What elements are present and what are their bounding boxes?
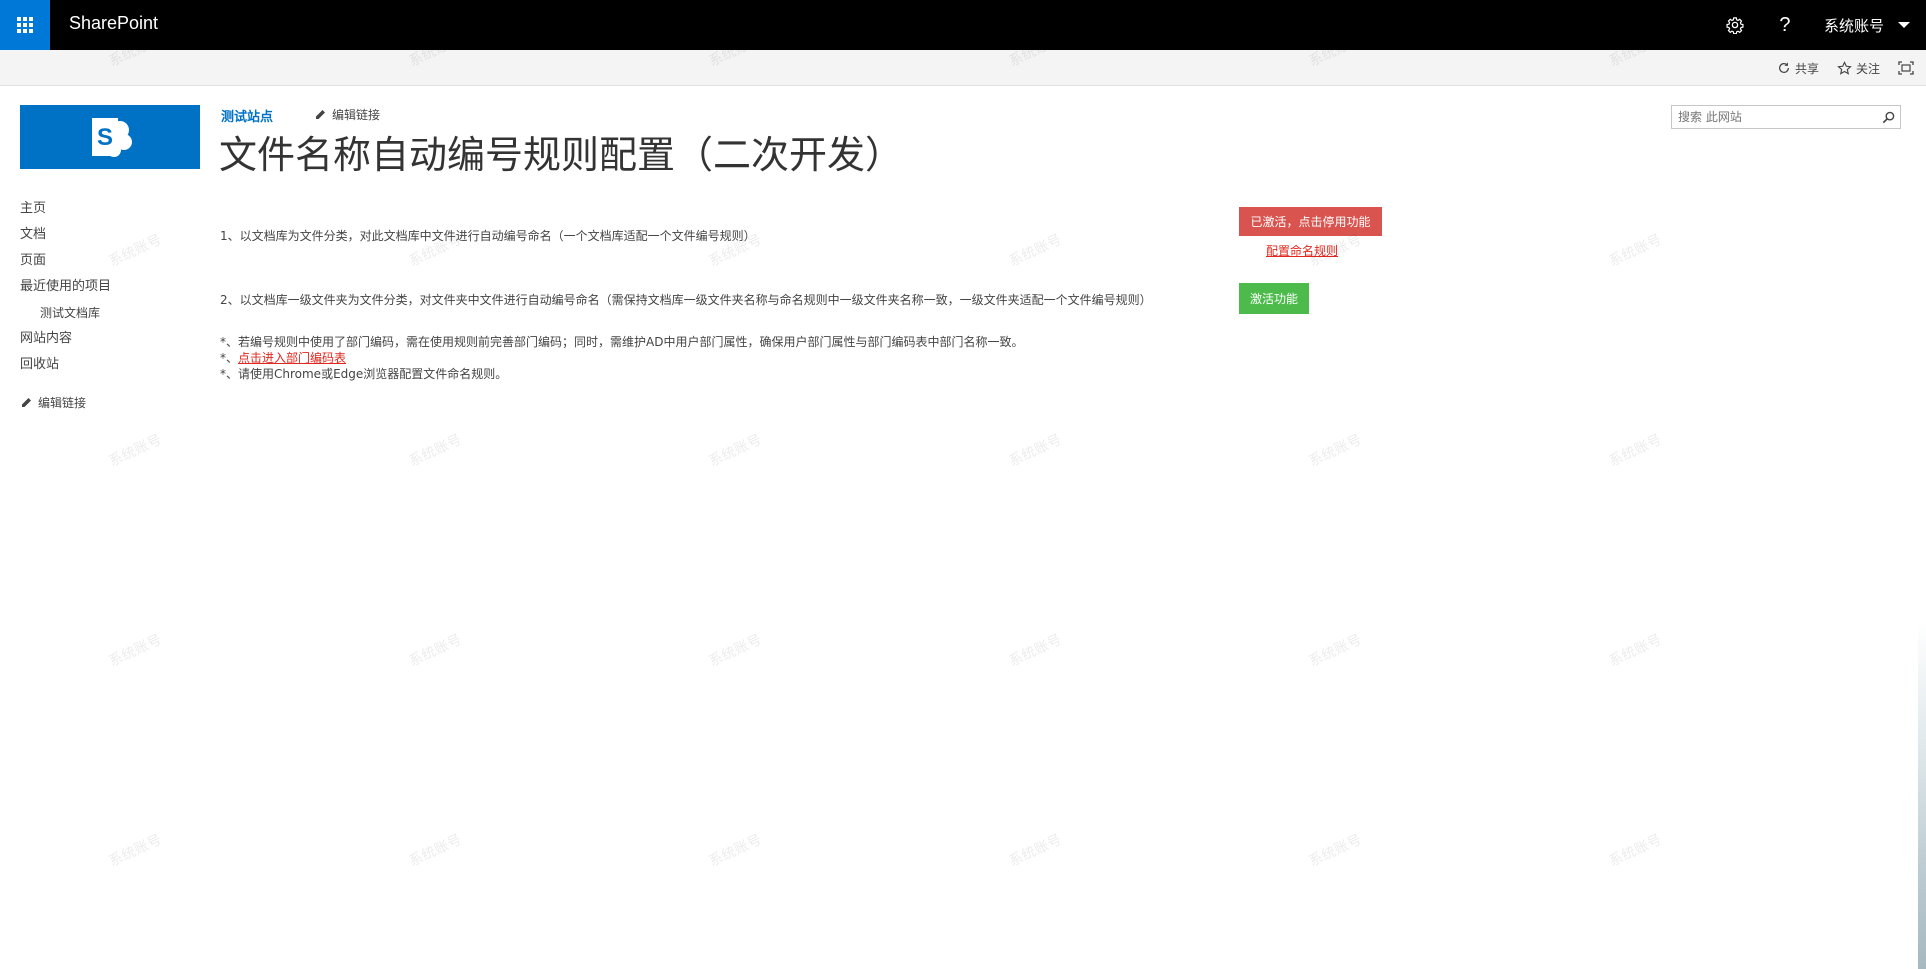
share-icon	[1778, 62, 1789, 73]
page-title: 文件名称自动编号规则配置（二次开发）	[219, 133, 904, 177]
search-button[interactable]	[1876, 106, 1900, 128]
brand-name[interactable]: SharePoint	[69, 13, 158, 34]
watermark: 系统账号	[706, 631, 765, 670]
app-launcher-icon	[17, 17, 33, 33]
watermark: 系统账号	[1606, 631, 1665, 670]
watermark: 系统账号	[1006, 431, 1065, 470]
suite-bar-right: ? 系统账号	[1710, 0, 1926, 50]
nav-item-site-contents[interactable]: 网站内容	[20, 328, 200, 354]
svg-text:S: S	[97, 124, 113, 151]
ribbon-actions: 共享 关注	[1777, 50, 1914, 86]
user-name: 系统账号	[1823, 16, 1884, 35]
watermark: 系统账号	[1006, 831, 1065, 870]
watermark: 系统账号	[106, 831, 165, 870]
suite-bar: SharePoint ? 系统账号	[0, 0, 1926, 50]
app-launcher-button[interactable]	[0, 0, 50, 50]
watermark: 系统账号	[406, 431, 465, 470]
nav-item-test-library[interactable]: 测试文档库	[20, 302, 200, 328]
search-icon	[1882, 111, 1894, 123]
rule1-description: 1、以文档库为文件分类，对此文档库中文件进行自动编号命名（一个文档库适配一个文件…	[220, 229, 756, 243]
edit-links-top[interactable]: 编辑链接	[314, 106, 380, 123]
window-edge	[1918, 100, 1926, 969]
focus-mode-button[interactable]	[1898, 61, 1914, 75]
deactivate-feature-button[interactable]: 已激活，点击停用功能	[1239, 207, 1382, 236]
note-browser: *、请使用Chrome或Edge浏览器配置文件命名规则。	[220, 367, 508, 381]
watermark: 系统账号	[1606, 831, 1665, 870]
site-search[interactable]	[1671, 105, 1901, 129]
watermark: 系统账号	[1606, 231, 1665, 270]
follow-label: 关注	[1855, 61, 1880, 76]
follow-button[interactable]: 关注	[1837, 60, 1880, 77]
watermark: 系统账号	[1306, 831, 1365, 870]
nav-edit-links[interactable]: 编辑链接	[20, 394, 200, 411]
help-icon: ?	[1779, 13, 1791, 36]
site-logo[interactable]: S	[20, 105, 200, 169]
watermark: 系统账号	[406, 631, 465, 670]
user-menu[interactable]: 系统账号	[1810, 0, 1926, 50]
watermark: 系统账号	[1606, 431, 1665, 470]
help-button[interactable]: ?	[1760, 0, 1810, 50]
watermark: 系统账号	[706, 831, 765, 870]
watermark: 系统账号	[1306, 431, 1365, 470]
configure-naming-rule-link[interactable]: 配置命名规则	[1266, 242, 1338, 259]
nav-item-recycle-bin[interactable]: 回收站	[20, 354, 200, 380]
focus-content-icon	[1898, 61, 1914, 75]
watermark: 系统账号	[1306, 631, 1365, 670]
note-department-code: *、若编号规则中使用了部门编码，需在使用规则前完善部门编码；同时，需维护AD中用…	[220, 335, 1024, 349]
notes: *、若编号规则中使用了部门编码，需在使用规则前完善部门编码；同时，需维护AD中用…	[220, 334, 1023, 382]
nav-item-documents[interactable]: 文档	[20, 224, 200, 250]
watermark: 系统账号	[1006, 231, 1065, 270]
watermark: 系统账号	[706, 431, 765, 470]
activate-feature-button[interactable]: 激活功能	[1239, 283, 1309, 314]
pencil-icon	[22, 397, 31, 407]
site-title-link[interactable]: 测试站点	[221, 106, 273, 125]
gear-icon	[1726, 17, 1744, 34]
ribbon-bar: 共享 关注	[0, 50, 1926, 86]
watermark: 系统账号	[1006, 631, 1065, 670]
watermark: 系统账号	[106, 431, 165, 470]
search-input[interactable]	[1672, 106, 1876, 128]
nav-edit-links-label: 编辑链接	[38, 396, 87, 410]
settings-button[interactable]	[1710, 0, 1760, 50]
edit-links-label: 编辑链接	[332, 108, 381, 122]
share-button[interactable]: 共享	[1777, 60, 1819, 77]
note-bullet: *、	[220, 351, 239, 365]
chevron-down-icon	[1898, 22, 1910, 28]
sharepoint-logo-icon: S	[92, 118, 132, 157]
share-label: 共享	[1794, 61, 1819, 76]
rule2-description: 2、以文档库一级文件夹为文件分类，对文件夹中文件进行自动编号命名（需保持文档库一…	[220, 293, 1152, 307]
star-icon	[1837, 60, 1852, 75]
left-navigation: 主页 文档 页面 最近使用的项目 测试文档库 网站内容 回收站 编辑链接	[20, 198, 200, 411]
nav-item-pages[interactable]: 页面	[20, 250, 200, 276]
department-code-table-link[interactable]: 点击进入部门编码表	[238, 351, 346, 365]
watermark: 系统账号	[106, 631, 165, 670]
pencil-icon	[316, 109, 325, 119]
nav-item-recent[interactable]: 最近使用的项目	[20, 276, 200, 302]
nav-item-home[interactable]: 主页	[20, 198, 200, 224]
watermark: 系统账号	[406, 831, 465, 870]
note-department-link-line: *、点击进入部门编码表	[220, 350, 1023, 366]
